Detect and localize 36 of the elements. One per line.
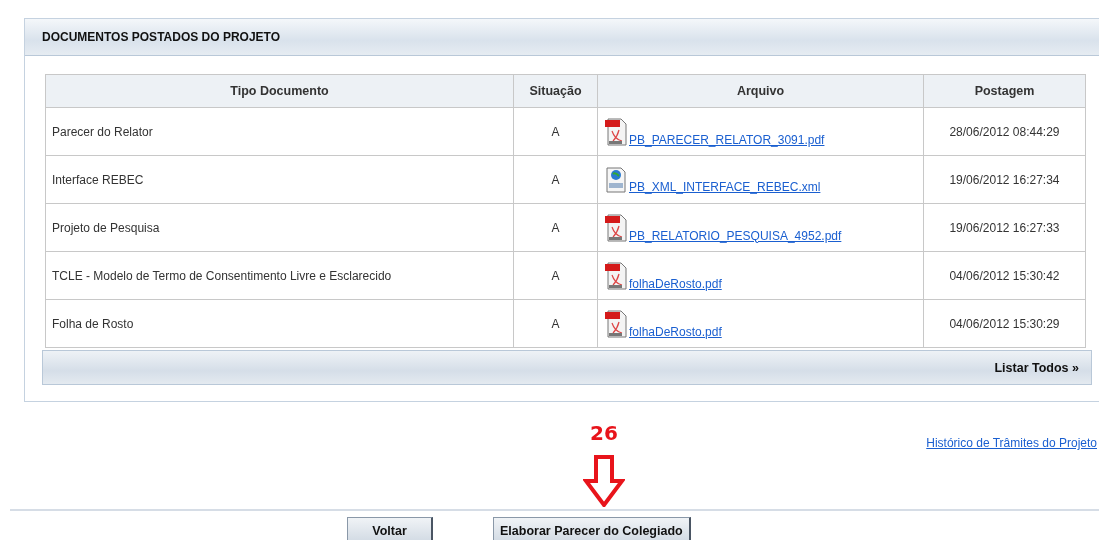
panel-title: DOCUMENTOS POSTADOS DO PROJETO — [42, 30, 281, 44]
table-cell: 04/06/2012 15:30:29 — [923, 299, 1086, 348]
file-link[interactable]: folhaDeRosto.pdf — [629, 324, 722, 339]
down-arrow-icon — [583, 455, 625, 507]
history-link[interactable]: Histórico de Trâmites do Projeto — [926, 436, 1097, 450]
file-link[interactable]: PB_XML_INTERFACE_REBEC.xml — [629, 179, 821, 194]
column-header: Tipo Documento — [45, 74, 514, 108]
pdf-file-icon — [604, 212, 628, 243]
table-cell: TCLE - Modelo de Termo de Consentimento Livre e Esclarecido — [45, 251, 514, 300]
table-cell: Projeto de Pesquisa — [45, 203, 514, 252]
column-header: Situação — [513, 74, 598, 108]
column-header: Postagem — [923, 74, 1086, 108]
table-cell: A — [513, 107, 598, 156]
file-link[interactable]: folhaDeRosto.pdf — [629, 276, 722, 291]
annotation-number: 26 — [590, 421, 618, 445]
column-header: Arquivo — [597, 74, 924, 108]
table-cell: 04/06/2012 15:30:42 — [923, 251, 1086, 300]
table-cell: Interface REBEC — [45, 155, 514, 204]
table-cell: A — [513, 203, 598, 252]
list-all-link[interactable]: Listar Todos » — [994, 360, 1079, 375]
table-cell: Folha de Rosto — [45, 299, 514, 348]
table-cell: Parecer do Relator — [45, 107, 514, 156]
xml-file-icon — [604, 165, 628, 194]
file-link[interactable]: PB_RELATORIO_PESQUISA_4952.pdf — [629, 228, 842, 243]
action-button[interactable]: Elaborar Parecer do Colegiado — [493, 517, 691, 540]
table-cell: A — [513, 251, 598, 300]
table-cell: A — [513, 155, 598, 204]
pdf-file-icon — [604, 260, 628, 291]
table-cell: 19/06/2012 16:27:34 — [923, 155, 1086, 204]
file-link[interactable]: PB_PARECER_RELATOR_3091.pdf — [629, 132, 825, 147]
pdf-file-icon — [604, 116, 628, 147]
table-cell: 28/06/2012 08:44:29 — [923, 107, 1086, 156]
table-cell: A — [513, 299, 598, 348]
pdf-file-icon — [604, 308, 628, 339]
table-cell: 19/06/2012 16:27:33 — [923, 203, 1086, 252]
action-button[interactable]: Voltar — [347, 517, 433, 540]
